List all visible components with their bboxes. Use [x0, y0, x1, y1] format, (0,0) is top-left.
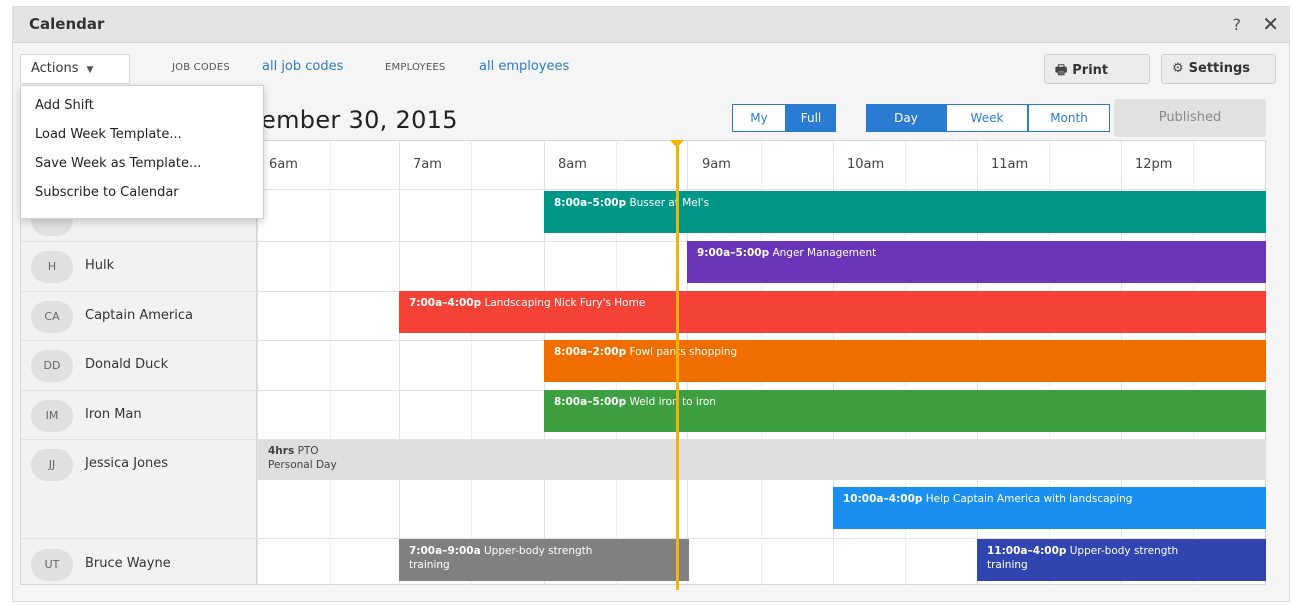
shift-time: 8:00a–5:00p [554, 197, 627, 209]
pto-label: PTO [297, 445, 319, 457]
shift-block[interactable]: 10:00a–4:00p Help Captain America with l… [833, 487, 1266, 529]
shift-label: Upper-body strength [1069, 545, 1179, 557]
shift-label: Busser at Mel's [629, 197, 710, 209]
window-title: Calendar [29, 15, 105, 33]
employee-row-jessica-jones[interactable]: JJ Jessica Jones [29, 444, 255, 484]
shift-time: 7:00a–9:00a [409, 545, 481, 557]
avatar: IM [31, 400, 73, 432]
avatar: UT [31, 549, 73, 581]
settings-label: Settings [1188, 61, 1251, 76]
employee-row-bruce-wayne[interactable]: UT Bruce Wayne [29, 544, 255, 584]
shift-block[interactable]: 8:00a–5:00p Busser at Mel's [544, 191, 1266, 233]
hour-label: 10am [847, 157, 885, 172]
shift-time: 9:00a–5:00p [697, 247, 770, 259]
avatar: CA [31, 301, 73, 333]
hour-label: 12pm [1135, 157, 1173, 172]
employee-row-donald-duck[interactable]: DD Donald Duck [29, 345, 255, 385]
employee-name: Hulk [85, 258, 115, 273]
view-day-toggle[interactable]: Day [866, 104, 946, 132]
shift-time: 10:00a–4:00p [843, 493, 923, 505]
pto-hours: 4hrs [268, 445, 295, 457]
view-week-toggle[interactable]: Week [946, 104, 1028, 132]
hour-label: 7am [413, 157, 442, 172]
menu-item-subscribe-calendar[interactable]: Subscribe to Calendar [21, 181, 263, 210]
employees-label: EMPLOYEES [385, 62, 446, 73]
scope-my-toggle[interactable]: My [732, 104, 786, 132]
menu-item-save-week-template[interactable]: Save Week as Template... [21, 152, 263, 181]
shift-label: Anger Management [772, 247, 877, 259]
shift-label: Fowl pants shopping [629, 346, 738, 358]
pto-reason: Personal Day [268, 459, 337, 471]
shift-label: Weld iron to iron [629, 396, 716, 408]
current-time-marker [670, 140, 684, 148]
shift-time: 8:00a–5:00p [554, 396, 627, 408]
job-codes-filter[interactable]: all job codes [262, 59, 343, 74]
view-month-toggle[interactable]: Month [1028, 104, 1110, 132]
shift-block[interactable]: 7:00a–4:00p Landscaping Nick Fury's Home [399, 291, 1266, 333]
help-button[interactable]: ? [1233, 15, 1242, 34]
shift-label-cont: training [987, 559, 1028, 571]
half-hour-gridline [471, 141, 472, 586]
scope-full-toggle[interactable]: Full [786, 104, 836, 132]
close-button[interactable]: ✕ [1262, 12, 1279, 36]
shift-block[interactable]: 11:00a–4:00p Upper-body strength trainin… [977, 539, 1266, 581]
employee-name: Bruce Wayne [85, 556, 171, 571]
shift-label-cont: training [409, 559, 450, 571]
hour-label: 8am [558, 157, 587, 172]
shift-block[interactable]: 9:00a–5:00p Anger Management [687, 241, 1266, 283]
shift-time: 11:00a–4:00p [987, 545, 1067, 557]
employee-row-captain-america[interactable]: CA Captain America [29, 296, 255, 336]
actions-button[interactable]: Actions ▼ [20, 54, 130, 84]
employee-name: Donald Duck [85, 357, 169, 372]
pto-block[interactable]: 4hrs PTO Personal Day [258, 440, 1266, 480]
shift-time: 7:00a–4:00p [409, 297, 482, 309]
shift-label: Upper-body strength [484, 545, 593, 557]
published-button[interactable]: Published [1114, 99, 1266, 137]
half-hour-gridline [330, 141, 331, 586]
gear-icon: ⚙ [1172, 61, 1184, 76]
employee-row-hulk[interactable]: H Hulk [29, 246, 255, 286]
avatar: DD [31, 350, 73, 382]
actions-label: Actions [31, 61, 79, 76]
shift-label: Landscaping Nick Fury's Home [484, 297, 646, 309]
shift-block[interactable]: 7:00a–9:00a Upper-body strength training [399, 539, 689, 581]
menu-item-add-shift[interactable]: Add Shift [21, 94, 263, 123]
title-bar: Calendar ? ✕ [13, 7, 1289, 43]
hour-label: 6am [269, 157, 298, 172]
avatar: JJ [31, 449, 73, 481]
employee-name: Jessica Jones [85, 456, 169, 471]
hour-label: 11am [991, 157, 1029, 172]
hour-label: 9am [702, 157, 731, 172]
shift-block[interactable]: 8:00a–2:00p Fowl pants shopping [544, 340, 1266, 382]
actions-menu: Add Shift Load Week Template... Save Wee… [20, 85, 264, 219]
menu-item-load-week-template[interactable]: Load Week Template... [21, 123, 263, 152]
current-time-line [676, 146, 679, 590]
employee-name: Iron Man [85, 407, 142, 422]
print-button[interactable]: 🖶 Print [1044, 54, 1150, 84]
printer-icon: 🖶 [1055, 63, 1068, 78]
employee-row-iron-man[interactable]: IM Iron Man [29, 395, 255, 435]
hour-gridline [399, 141, 400, 586]
job-codes-label: JOB CODES [172, 62, 230, 73]
settings-button[interactable]: ⚙ Settings [1161, 54, 1276, 84]
shift-block[interactable]: 8:00a–5:00p Weld iron to iron [544, 390, 1266, 432]
employees-filter[interactable]: all employees [479, 59, 569, 74]
caret-down-icon: ▼ [86, 65, 94, 75]
employee-name: Captain America [85, 308, 193, 323]
print-label: Print [1072, 63, 1109, 78]
shift-label: Help Captain America with landscaping [925, 493, 1133, 505]
avatar: H [31, 251, 73, 283]
shift-time: 8:00a–2:00p [554, 346, 627, 358]
